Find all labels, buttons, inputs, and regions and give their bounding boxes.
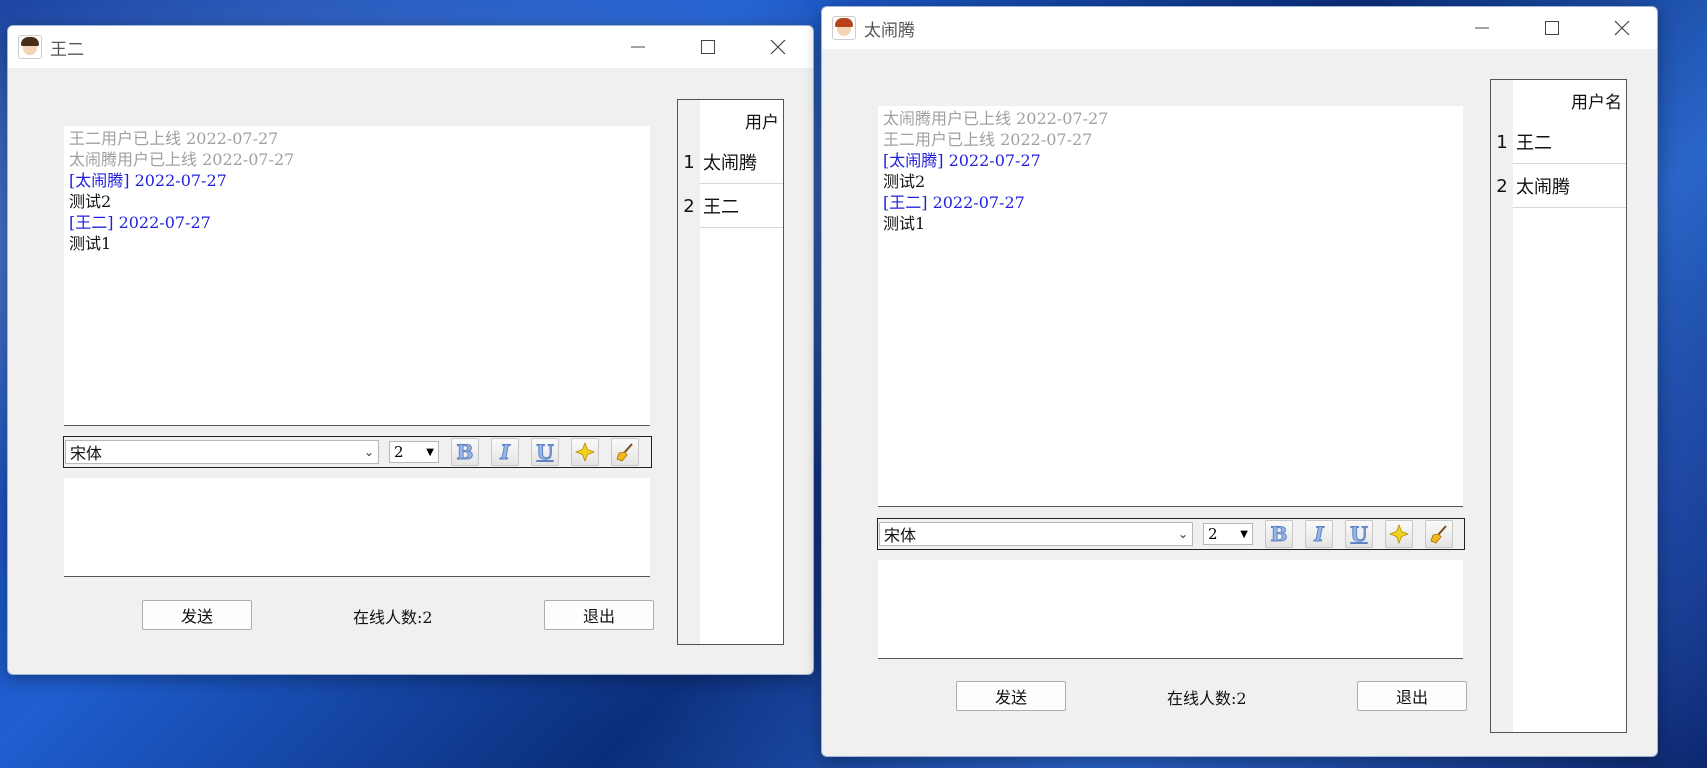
chat-window-wanger: 王二 王二用户已上线 2022-07-27 太闹腾用户已上线 2022-07-2… xyxy=(7,25,814,675)
row-number: 1 xyxy=(678,140,700,184)
window-title: 太闹腾 xyxy=(864,20,915,41)
table-row[interactable]: 2 王二 xyxy=(678,184,783,228)
underline-button[interactable]: U xyxy=(531,438,559,466)
send-button[interactable]: 发送 xyxy=(142,600,252,630)
message-body: 测试2 xyxy=(883,172,926,191)
clear-button[interactable] xyxy=(1425,520,1453,548)
user-list-table[interactable]: 用户名 1 王二 2 太闹腾 xyxy=(1490,79,1627,733)
underline-icon: U xyxy=(536,440,554,465)
font-family-select[interactable]: 宋体 ⌄ xyxy=(879,522,1193,546)
color-button[interactable] xyxy=(571,438,599,466)
font-family-value: 宋体 xyxy=(884,526,917,545)
row-number: 2 xyxy=(1491,164,1513,208)
bold-button[interactable]: B xyxy=(1265,520,1293,548)
message-input[interactable] xyxy=(878,560,1463,659)
female-avatar-icon xyxy=(832,16,856,40)
close-button[interactable] xyxy=(743,26,813,68)
italic-icon: I xyxy=(1314,522,1324,547)
message-body: 测试1 xyxy=(883,214,926,233)
bold-icon: B xyxy=(456,440,474,465)
format-toolbar: 宋体 ⌄ 2 ▼ B I U xyxy=(63,436,652,468)
male-avatar-icon xyxy=(18,35,42,59)
user-name: 王二 xyxy=(700,184,783,228)
chat-history[interactable]: 太闹腾用户已上线 2022-07-27 王二用户已上线 2022-07-27 [… xyxy=(878,106,1463,507)
chat-history[interactable]: 王二用户已上线 2022-07-27 太闹腾用户已上线 2022-07-27 [… xyxy=(64,126,650,426)
message-header: [王二] 2022-07-27 xyxy=(883,193,1025,212)
format-toolbar: 宋体 ⌄ 2 ▼ B I U xyxy=(877,518,1465,550)
online-count: 在线人数:2 xyxy=(1167,689,1247,708)
system-message: 太闹腾用户已上线 2022-07-27 xyxy=(69,150,295,169)
system-message: 王二用户已上线 2022-07-27 xyxy=(69,129,279,148)
sparkle-icon xyxy=(575,442,595,462)
send-button[interactable]: 发送 xyxy=(956,681,1066,711)
maximize-button[interactable] xyxy=(1517,7,1587,49)
clear-button[interactable] xyxy=(611,438,639,466)
minimize-button[interactable] xyxy=(1447,7,1517,49)
font-family-select[interactable]: 宋体 ⌄ xyxy=(65,440,379,464)
user-list-table[interactable]: 用户 1 太闹腾 2 王二 xyxy=(677,99,784,645)
dropdown-arrow-icon: ▼ xyxy=(1240,528,1248,540)
bold-button[interactable]: B xyxy=(451,438,479,466)
minimize-button[interactable] xyxy=(603,26,673,68)
dropdown-arrow-icon: ▼ xyxy=(426,446,434,458)
message-body: 测试1 xyxy=(69,234,112,253)
user-name: 太闹腾 xyxy=(1513,164,1626,208)
font-family-value: 宋体 xyxy=(70,444,103,463)
chevron-down-icon: ⌄ xyxy=(1177,527,1188,541)
chat-window-tainaoteng: 太闹腾 太闹腾用户已上线 2022-07-27 王二用户已上线 2022-07-… xyxy=(821,6,1658,757)
broom-icon xyxy=(616,443,633,462)
title-bar[interactable]: 王二 xyxy=(8,26,813,68)
table-row[interactable]: 1 王二 xyxy=(1491,120,1626,164)
user-name: 王二 xyxy=(1513,120,1626,164)
color-button[interactable] xyxy=(1385,520,1413,548)
italic-button[interactable]: I xyxy=(1305,520,1333,548)
sparkle-icon xyxy=(1389,524,1409,544)
underline-button[interactable]: U xyxy=(1345,520,1373,548)
font-size-select[interactable]: 2 ▼ xyxy=(389,441,439,463)
close-button[interactable] xyxy=(1587,7,1657,49)
online-count: 在线人数:2 xyxy=(353,608,433,627)
message-header: [太闹腾] 2022-07-27 xyxy=(883,151,1041,170)
row-number: 1 xyxy=(1491,120,1513,164)
maximize-button[interactable] xyxy=(673,26,743,68)
bold-icon: B xyxy=(1270,522,1288,547)
user-name: 太闹腾 xyxy=(700,140,783,184)
message-body: 测试2 xyxy=(69,192,112,211)
italic-button[interactable]: I xyxy=(491,438,519,466)
message-header: [太闹腾] 2022-07-27 xyxy=(69,171,227,190)
column-header-username[interactable]: 用户名 xyxy=(1513,80,1626,120)
underline-icon: U xyxy=(1350,522,1368,547)
window-title: 王二 xyxy=(50,39,84,60)
chevron-down-icon: ⌄ xyxy=(363,445,374,459)
system-message: 王二用户已上线 2022-07-27 xyxy=(883,130,1093,149)
exit-button[interactable]: 退出 xyxy=(1357,681,1467,711)
message-input[interactable] xyxy=(64,478,650,577)
message-header: [王二] 2022-07-27 xyxy=(69,213,211,232)
broom-icon xyxy=(1430,525,1447,544)
font-size-value: 2 xyxy=(1208,525,1218,543)
table-row[interactable]: 2 太闹腾 xyxy=(1491,164,1626,208)
table-row[interactable]: 1 太闹腾 xyxy=(678,140,783,184)
system-message: 太闹腾用户已上线 2022-07-27 xyxy=(883,109,1109,128)
italic-icon: I xyxy=(500,440,510,465)
font-size-select[interactable]: 2 ▼ xyxy=(1203,523,1253,545)
column-header-user[interactable]: 用户 xyxy=(700,100,783,140)
title-bar[interactable]: 太闹腾 xyxy=(822,7,1657,49)
font-size-value: 2 xyxy=(394,443,404,461)
exit-button[interactable]: 退出 xyxy=(544,600,654,630)
row-number: 2 xyxy=(678,184,700,228)
